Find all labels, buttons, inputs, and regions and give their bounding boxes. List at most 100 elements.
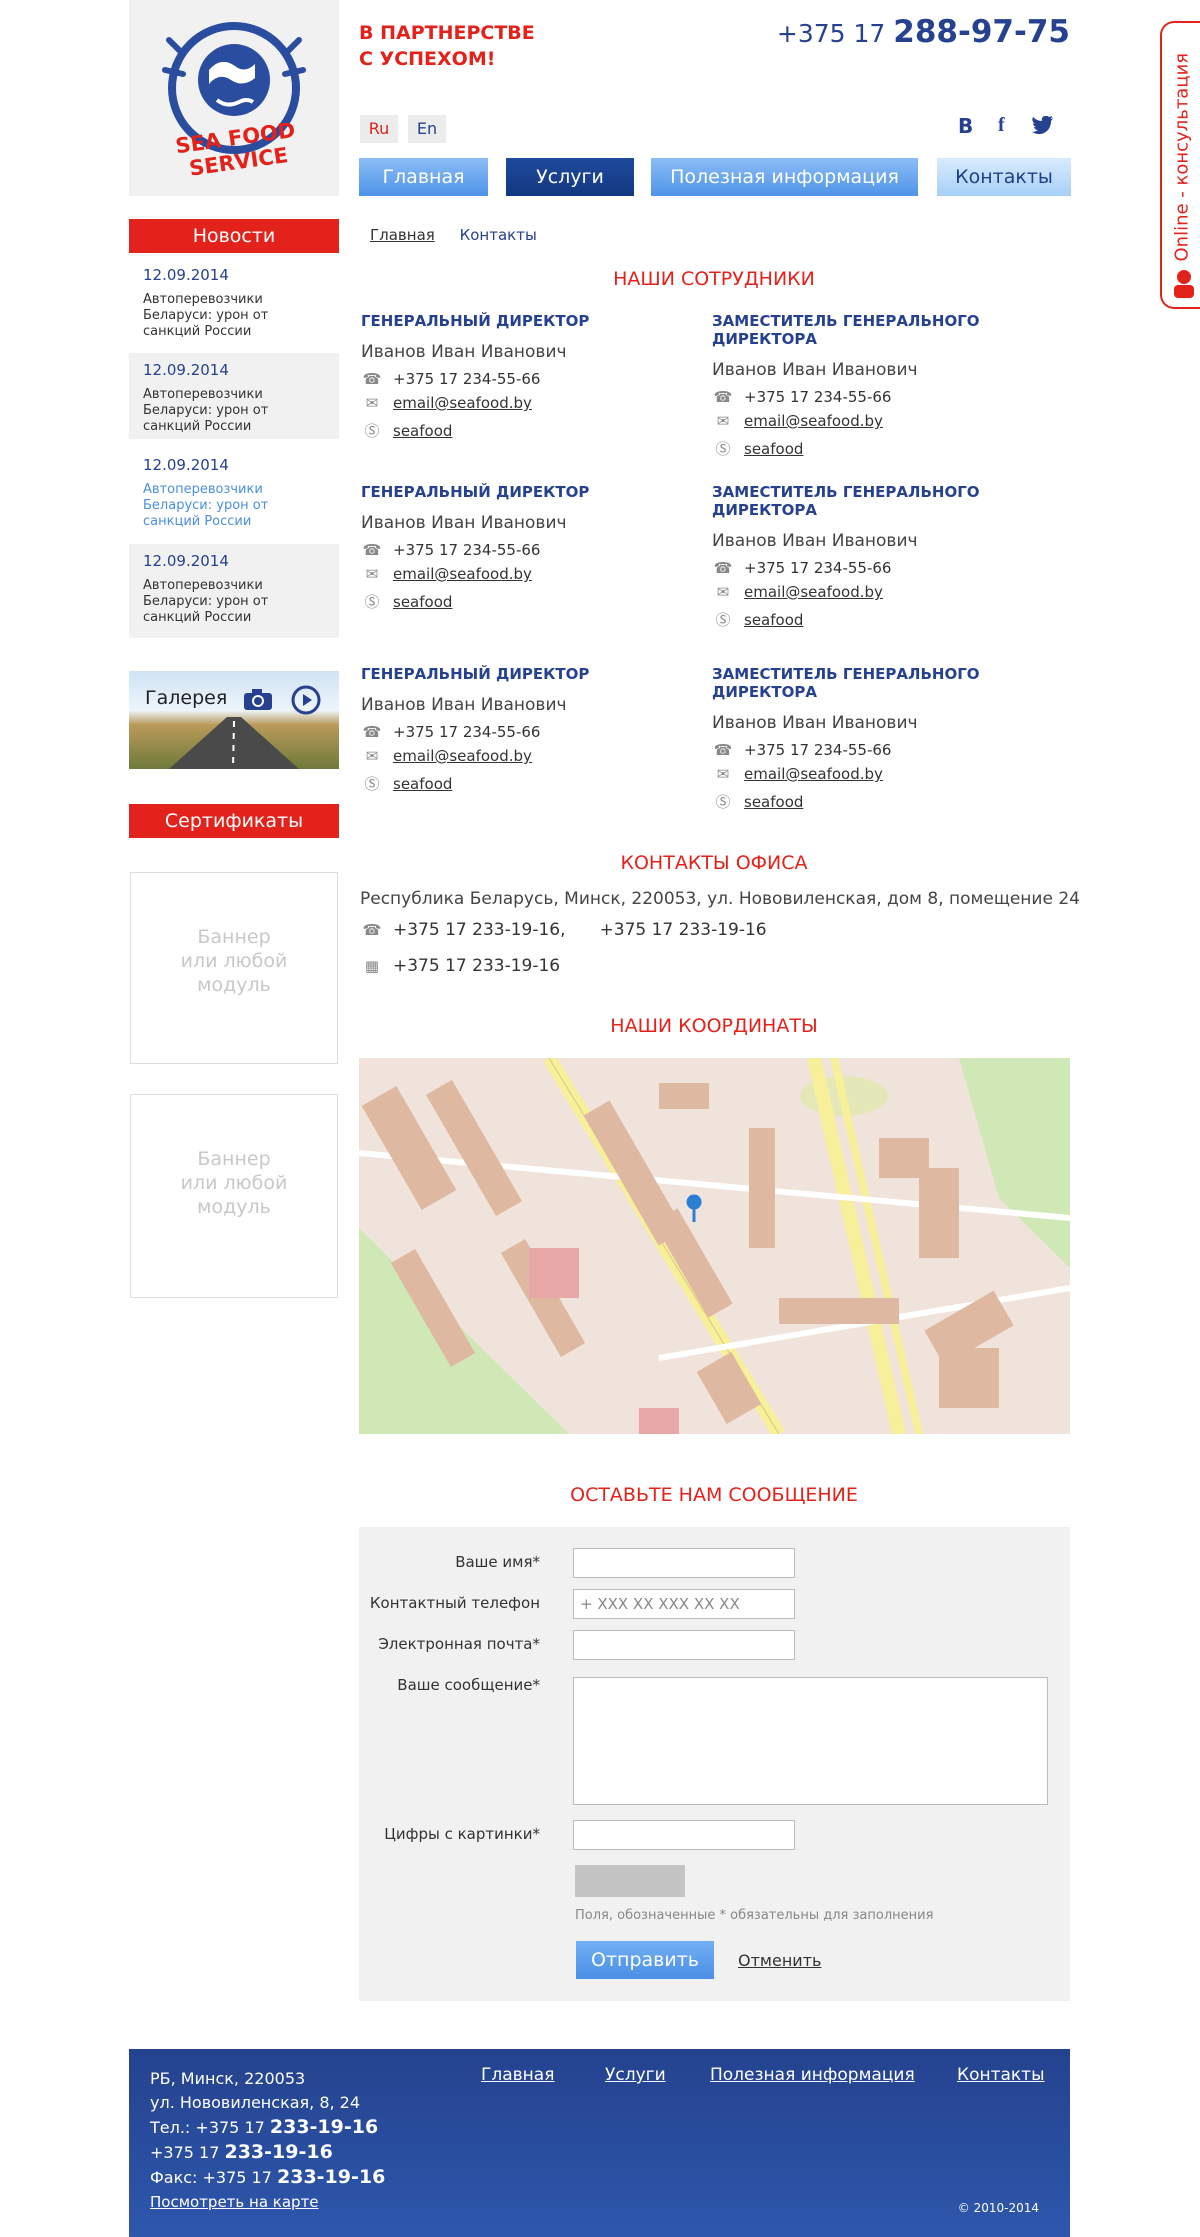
phone-icon: ☎: [362, 723, 382, 741]
phone-icon: ☎: [362, 541, 382, 559]
staff-name: Иванов Иван Иванович: [361, 342, 567, 362]
banner-placeholder[interactable]: Баннер или любой модуль: [130, 1094, 338, 1298]
staff-name: Иванов Иван Иванович: [361, 695, 567, 715]
coords-title: НАШИ КООРДИНАТЫ: [610, 1015, 818, 1037]
staff-skype[interactable]: seafood: [744, 440, 803, 458]
news-date: 12.09.2014: [143, 552, 229, 570]
email-icon: ✉: [716, 412, 730, 430]
footer: РБ, Минск, 220053 ул. Нововиленская, 8, …: [129, 2049, 1070, 2237]
lang-ru[interactable]: Ru: [360, 115, 398, 143]
staff-email[interactable]: email@seafood.by: [744, 583, 883, 601]
staff-phone: +375 17 234-55-66: [393, 370, 541, 388]
vk-icon[interactable]: В: [958, 114, 973, 138]
staff-role: ГЕНЕРАЛЬНЫЙ ДИРЕКТОР: [361, 483, 590, 501]
phone-input[interactable]: + XXX XX XXX XX XX: [573, 1589, 795, 1619]
staff-skype[interactable]: seafood: [744, 611, 803, 629]
online-consult-label: Online - консультация: [1171, 52, 1193, 262]
news-text[interactable]: Автоперевозчики Беларуси: урон от санкци…: [143, 578, 325, 626]
lang-en[interactable]: En: [408, 115, 446, 143]
location-map[interactable]: [359, 1058, 1070, 1434]
twitter-icon[interactable]: [1032, 115, 1054, 138]
staff-email[interactable]: email@seafood.by: [393, 394, 532, 412]
footer-fax-prefix: Факс: +375 17: [150, 2168, 272, 2187]
skype-icon: Ⓢ: [715, 793, 731, 811]
footer-contacts: РБ, Минск, 220053 ул. Нововиленская, 8, …: [150, 2067, 385, 2214]
news-item[interactable]: 12.09.2014 Автоперевозчики Беларуси: уро…: [129, 544, 339, 638]
footer-phone: 233-19-16: [224, 2141, 333, 2163]
news-item[interactable]: 12.09.2014 Автоперевозчики Беларуси: уро…: [129, 353, 339, 439]
news-text[interactable]: Автоперевозчики Беларуси: урон от санкци…: [143, 292, 325, 340]
banner-text: Баннер: [197, 1148, 271, 1170]
breadcrumb-home[interactable]: Главная: [370, 226, 435, 244]
phone-icon: ☎: [713, 741, 733, 759]
phone-icon: ☎: [362, 370, 382, 388]
captcha-input[interactable]: [573, 1820, 795, 1850]
gallery-label: Галерея: [145, 687, 228, 709]
online-consult-tab[interactable]: Online - консультация: [1160, 21, 1200, 309]
footer-phone-prefix: +375 17: [150, 2143, 220, 2162]
menu-item-info[interactable]: Полезная информация: [651, 158, 918, 196]
banner-text: модуль: [197, 974, 271, 996]
news-date: 12.09.2014: [143, 361, 229, 379]
logo[interactable]: SEA FOOD SERVICE: [129, 0, 339, 196]
news-item[interactable]: 12.09.2014 Автоперевозчики Беларуси: уро…: [129, 448, 339, 534]
staff-skype[interactable]: seafood: [393, 593, 452, 611]
staff-email[interactable]: email@seafood.by: [393, 747, 532, 765]
footer-link-contacts[interactable]: Контакты: [957, 2065, 1045, 2085]
email-icon: ✉: [365, 394, 379, 412]
banner-placeholder[interactable]: Баннер или любой модуль: [130, 872, 338, 1064]
message-label: Ваше сообщение*: [397, 1676, 540, 1694]
menu-item-home[interactable]: Главная: [359, 158, 488, 196]
footer-link-info[interactable]: Полезная информация: [710, 2065, 915, 2085]
menu-item-services[interactable]: Услуги: [506, 158, 634, 196]
skype-icon: Ⓢ: [364, 775, 380, 793]
message-textarea[interactable]: [573, 1677, 1048, 1805]
skype-icon: Ⓢ: [364, 593, 380, 611]
footer-fax: 233-19-16: [277, 2166, 386, 2188]
name-input[interactable]: [573, 1548, 795, 1578]
email-input[interactable]: [573, 1630, 795, 1660]
footer-phone-prefix: Тел.: +375 17: [150, 2118, 265, 2137]
cancel-link[interactable]: Отменить: [738, 1951, 821, 1970]
footer-link-home[interactable]: Главная: [481, 2065, 554, 2085]
staff-email[interactable]: email@seafood.by: [744, 412, 883, 430]
staff-role: ЗАМЕСТИТЕЛЬ ГЕНЕРАЛЬНОГО ДИРЕКТОРА: [712, 665, 980, 701]
news-date: 12.09.2014: [143, 456, 229, 474]
staff-skype[interactable]: seafood: [744, 793, 803, 811]
facebook-icon[interactable]: f: [998, 114, 1005, 137]
staff-role: ЗАМЕСТИТЕЛЬ ГЕНЕРАЛЬНОГО ДИРЕКТОРА: [712, 483, 980, 519]
staff-name: Иванов Иван Иванович: [712, 360, 918, 380]
staff-email[interactable]: email@seafood.by: [393, 565, 532, 583]
play-icon: [291, 685, 321, 715]
submit-button[interactable]: Отправить: [576, 1941, 714, 1979]
email-icon: ✉: [365, 747, 379, 765]
banner-text: или любой: [180, 1172, 288, 1194]
staff-phone: +375 17 234-55-66: [744, 559, 892, 577]
staff-card: ГЕНЕРАЛЬНЫЙ ДИРЕКТОР Иванов Иван Иванович…: [361, 665, 711, 794]
staff-role: ГЕНЕРАЛЬНЫЙ ДИРЕКТОР: [361, 665, 590, 683]
staff-email[interactable]: email@seafood.by: [744, 765, 883, 783]
staff-name: Иванов Иван Иванович: [712, 713, 918, 733]
staff-phone: +375 17 234-55-66: [393, 541, 541, 559]
staff-card: ЗАМЕСТИТЕЛЬ ГЕНЕРАЛЬНОГО ДИРЕКТОРА Иванов…: [712, 665, 1062, 812]
skype-icon: Ⓢ: [364, 422, 380, 440]
breadcrumb-current: Контакты: [459, 226, 537, 244]
phone-icon: ☎: [713, 388, 733, 406]
banner-text: Баннер: [197, 926, 271, 948]
phone-number: 288-97-75: [893, 14, 1070, 50]
staff-title: НАШИ СОТРУДНИКИ: [613, 268, 815, 290]
breadcrumb: Главная Контакты: [370, 226, 537, 244]
staff-skype[interactable]: seafood: [393, 775, 452, 793]
gallery-banner[interactable]: Галерея: [129, 671, 339, 769]
news-text[interactable]: Автоперевозчики Беларуси: урон от санкци…: [143, 482, 325, 530]
footer-link-services[interactable]: Услуги: [605, 2065, 666, 2085]
staff-skype[interactable]: seafood: [393, 422, 452, 440]
email-icon: ✉: [365, 565, 379, 583]
email-label: Электронная почта*: [378, 1635, 540, 1653]
news-text[interactable]: Автоперевозчики Беларуси: урон от санкци…: [143, 387, 325, 435]
menu-item-contacts[interactable]: Контакты: [937, 158, 1071, 196]
office-fax: ▦ +375 17 233-19-16: [361, 956, 560, 976]
slogan: В ПАРТНЕРСТВЕ С УСПЕХОМ!: [359, 20, 535, 72]
news-item[interactable]: 12.09.2014 Автоперевозчики Беларуси: уро…: [129, 258, 339, 344]
footer-map-link[interactable]: Посмотреть на карте: [150, 2193, 319, 2211]
